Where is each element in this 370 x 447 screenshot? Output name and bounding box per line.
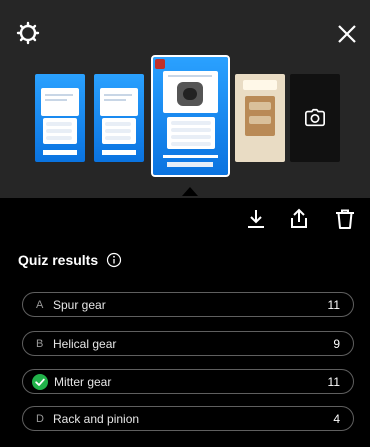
story-thumbnail-4-photo[interactable] [235, 74, 285, 162]
option-vote-count: 11 [327, 374, 340, 389]
option-letter: D [36, 412, 44, 425]
option-letter: A [36, 298, 44, 311]
quiz-results-title: Quiz results [18, 252, 99, 268]
add-story-camera-tile[interactable] [290, 74, 340, 162]
option-label: Rack and pinion [53, 411, 140, 426]
info-icon[interactable] [106, 252, 122, 268]
check-circle-icon [32, 373, 48, 390]
quiz-option-a[interactable]: A Spur gear 11 [22, 292, 354, 317]
option-label: Spur gear [53, 297, 106, 312]
story-thumbnail-3-selected[interactable] [151, 55, 230, 177]
share-icon[interactable] [287, 207, 311, 231]
quiz-option-b[interactable]: B Helical gear 9 [22, 331, 354, 356]
story-thumbnail-1[interactable] [35, 74, 85, 162]
option-label: Mitter gear [54, 374, 112, 389]
story-preview-area [0, 0, 370, 198]
story-thumbnail-2[interactable] [94, 74, 144, 162]
settings-icon[interactable] [15, 20, 41, 46]
close-icon[interactable] [334, 21, 360, 47]
quiz-option-d[interactable]: D Rack and pinion 4 [22, 406, 354, 431]
trash-icon[interactable] [333, 207, 357, 231]
option-vote-count: 11 [327, 297, 340, 312]
option-letter: B [36, 337, 44, 350]
download-icon[interactable] [244, 207, 268, 231]
option-label: Helical gear [53, 336, 117, 351]
quiz-results-header: Quiz results [18, 251, 122, 269]
camera-icon [305, 108, 325, 127]
option-vote-count: 4 [333, 411, 340, 426]
option-vote-count: 9 [333, 336, 340, 351]
quiz-option-c-correct[interactable]: Mitter gear 11 [22, 369, 354, 394]
selected-indicator-caret [182, 187, 198, 196]
